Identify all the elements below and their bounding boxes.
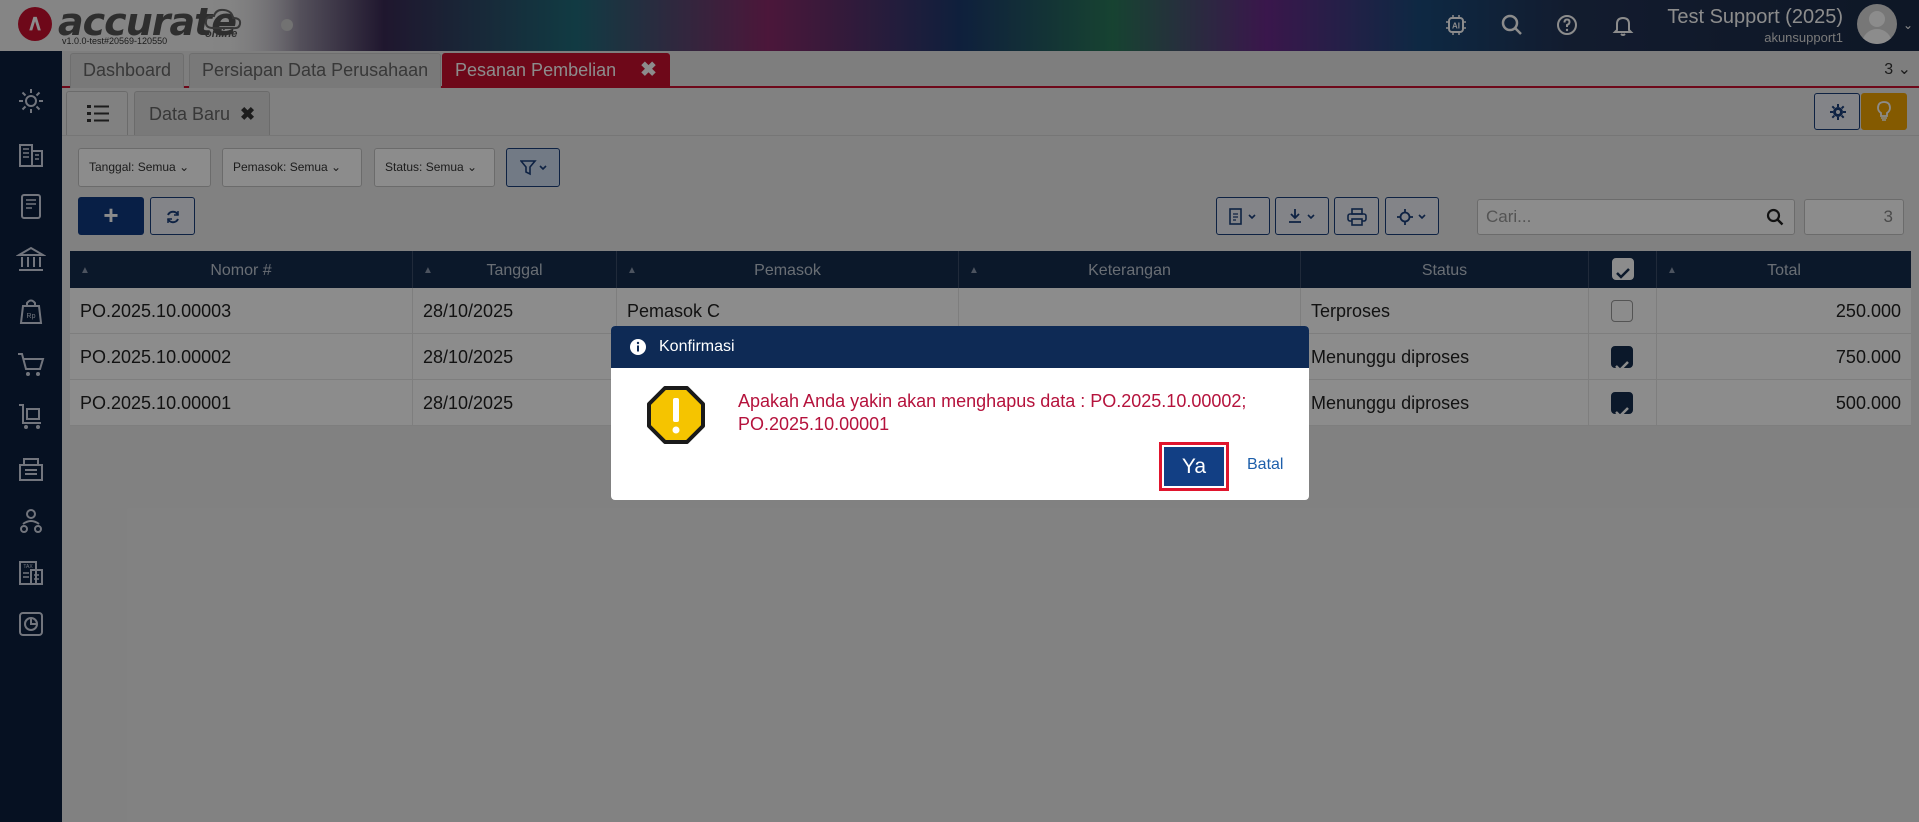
confirm-yes-button[interactable]: Ya <box>1159 442 1229 491</box>
confirm-yes-label: Ya <box>1164 447 1224 486</box>
confirm-dialog: Konfirmasi Apakah Anda yakin akan mengha… <box>611 326 1309 500</box>
dialog-title: Konfirmasi <box>659 338 735 355</box>
info-icon <box>630 339 646 355</box>
dialog-message: Apakah Anda yakin akan menghapus data : … <box>738 391 1247 434</box>
dialog-header: Konfirmasi <box>611 326 1309 368</box>
cancel-button[interactable]: Batal <box>1247 456 1283 474</box>
warning-icon <box>647 386 705 444</box>
